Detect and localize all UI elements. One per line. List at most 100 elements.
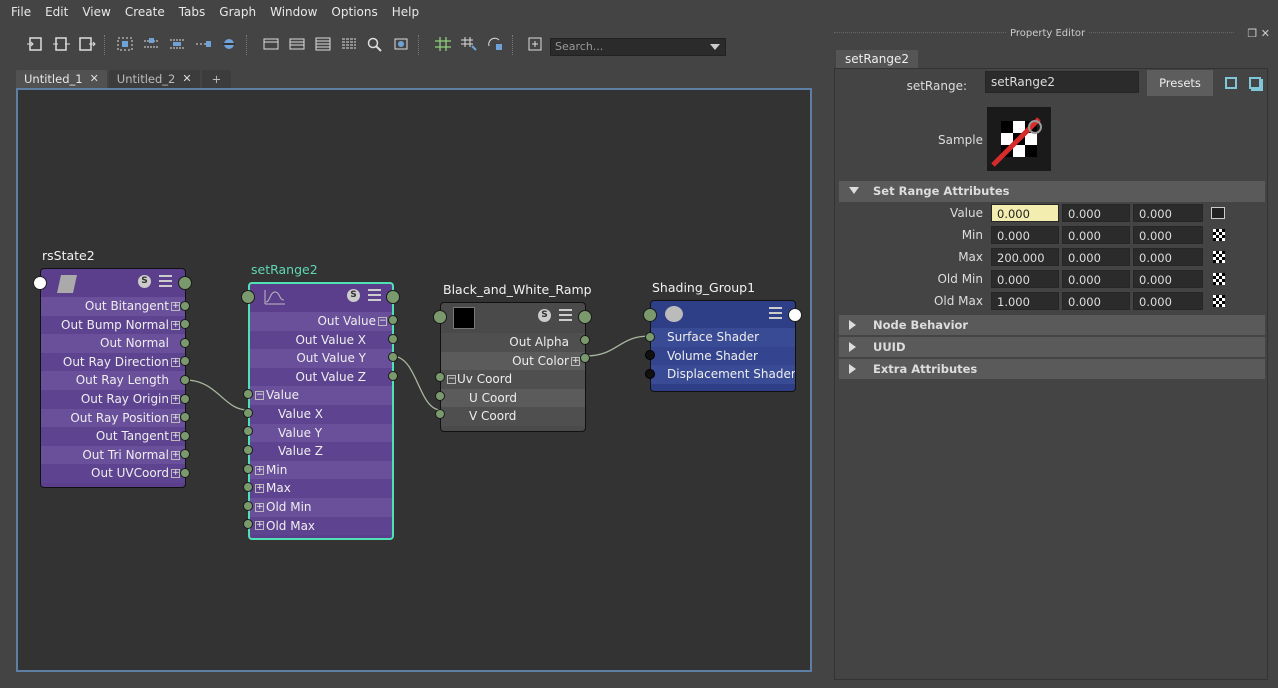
expand-icon[interactable]: + xyxy=(171,358,180,367)
input-port[interactable] xyxy=(435,372,445,382)
node-input-port[interactable] xyxy=(643,308,657,322)
menu-graph[interactable]: Graph xyxy=(212,0,263,24)
output-port[interactable] xyxy=(180,449,190,459)
search-icon[interactable] xyxy=(366,36,384,52)
min-z-field[interactable]: 0.000 xyxy=(1133,226,1203,244)
collapse-icon[interactable]: − xyxy=(255,391,264,400)
pin-icon[interactable] xyxy=(220,36,238,52)
node-shading-group[interactable]: Surface Shader Volume Shader Displacemen… xyxy=(650,300,796,392)
output-connections-icon[interactable] xyxy=(78,36,96,52)
input-port[interactable] xyxy=(645,332,655,342)
section-set-range-attributes[interactable]: Set Range Attributes xyxy=(839,181,1265,202)
collapse-icon[interactable]: − xyxy=(378,317,387,326)
expand-icon[interactable]: + xyxy=(255,466,264,475)
close-icon[interactable]: ✕ xyxy=(182,70,191,88)
graph-layout-icon[interactable] xyxy=(194,36,212,52)
graph-canvas[interactable]: rsState2 S Out Bitangent Out Bump Normal… xyxy=(16,88,812,672)
old-min-y-field[interactable]: 0.000 xyxy=(1062,270,1130,288)
min-y-field[interactable]: 0.000 xyxy=(1062,226,1130,244)
expand-icon[interactable]: + xyxy=(171,414,180,423)
sync-icon[interactable] xyxy=(486,36,504,52)
tab-untitled-1[interactable]: Untitled_1 ✕ xyxy=(16,70,107,88)
min-x-field[interactable]: 0.000 xyxy=(991,226,1059,244)
layout-icon[interactable] xyxy=(168,36,186,52)
close-panel-icon[interactable]: ✕ xyxy=(1261,27,1270,40)
old-max-y-field[interactable]: 0.000 xyxy=(1062,292,1130,310)
output-port[interactable] xyxy=(180,468,190,478)
output-port[interactable] xyxy=(180,319,190,329)
input-port[interactable] xyxy=(243,445,253,455)
menu-create[interactable]: Create xyxy=(118,0,172,24)
output-port[interactable] xyxy=(180,375,190,385)
input-port[interactable] xyxy=(243,426,253,436)
connection-icon[interactable] xyxy=(1211,207,1225,219)
node-name-field[interactable]: setRange2 xyxy=(985,71,1139,93)
output-port[interactable] xyxy=(388,352,398,362)
menu-file[interactable]: File xyxy=(4,0,38,24)
old-min-z-field[interactable]: 0.000 xyxy=(1133,270,1203,288)
node-ramp[interactable]: S Out Alpha Out Color Uv Coord U Coord V… xyxy=(440,302,586,432)
connected-mode-icon[interactable] xyxy=(288,36,306,52)
close-icon[interactable]: ✕ xyxy=(90,70,99,88)
node-input-port[interactable] xyxy=(433,310,447,324)
expand-icon[interactable]: + xyxy=(171,469,180,478)
menu-window[interactable]: Window xyxy=(263,0,324,24)
node-output-port[interactable] xyxy=(386,290,400,304)
node-input-port[interactable] xyxy=(241,290,255,304)
node-output-port[interactable] xyxy=(178,276,192,290)
menu-tabs[interactable]: Tabs xyxy=(172,0,213,24)
old-max-x-field[interactable]: 1.000 xyxy=(991,292,1059,310)
input-port[interactable] xyxy=(243,389,253,399)
output-port[interactable] xyxy=(388,334,398,344)
section-extra-attributes[interactable]: Extra Attributes xyxy=(839,359,1265,379)
focus-icon[interactable] xyxy=(1225,77,1237,89)
full-mode-icon[interactable] xyxy=(314,36,332,52)
node-setrange[interactable]: S Out Value Out Value X Out Value Y Out … xyxy=(248,282,394,540)
expand-icon[interactable]: + xyxy=(255,484,264,493)
output-port[interactable] xyxy=(180,356,190,366)
expand-icon[interactable]: + xyxy=(571,357,580,366)
tab-setrange2[interactable]: setRange2 xyxy=(836,50,919,68)
output-port[interactable] xyxy=(388,371,398,381)
simple-mode-icon[interactable] xyxy=(262,36,280,52)
add-tab-button[interactable]: + xyxy=(201,70,232,88)
output-port[interactable] xyxy=(580,335,590,345)
collapse-icon[interactable]: − xyxy=(447,375,456,384)
input-port[interactable] xyxy=(435,409,445,419)
value-x-field[interactable]: 0.000 xyxy=(991,204,1059,222)
map-checker-icon[interactable] xyxy=(1213,229,1225,241)
input-port-unconnected[interactable] xyxy=(645,369,655,379)
old-max-z-field[interactable]: 0.000 xyxy=(1133,292,1203,310)
frame-selected-icon[interactable] xyxy=(142,36,160,52)
custom-mode-icon[interactable] xyxy=(340,36,358,52)
node-rsstate[interactable]: S Out Bitangent Out Bump Normal Out Norm… xyxy=(40,268,186,488)
menu-options[interactable]: Options xyxy=(324,0,384,24)
node-input-port[interactable] xyxy=(33,276,47,290)
output-port[interactable] xyxy=(180,431,190,441)
output-port[interactable] xyxy=(580,353,590,363)
expand-icon[interactable]: + xyxy=(171,432,180,441)
expand-icon[interactable]: + xyxy=(255,503,264,512)
output-port[interactable] xyxy=(180,412,190,422)
max-y-field[interactable]: 0.000 xyxy=(1062,248,1130,266)
float-panel-icon[interactable]: ❐ xyxy=(1247,27,1257,40)
max-x-field[interactable]: 200.000 xyxy=(991,248,1059,266)
frame-all-icon[interactable] xyxy=(116,36,134,52)
value-z-field[interactable]: 0.000 xyxy=(1133,204,1203,222)
node-output-port[interactable] xyxy=(788,308,802,322)
input-port[interactable] xyxy=(243,482,253,492)
old-min-x-field[interactable]: 0.000 xyxy=(991,270,1059,288)
expand-icon[interactable]: + xyxy=(171,451,180,460)
input-port[interactable] xyxy=(243,464,253,474)
input-connections-icon[interactable] xyxy=(26,36,44,52)
grid-icon[interactable] xyxy=(434,36,452,52)
map-checker-icon[interactable] xyxy=(1213,273,1225,285)
output-port[interactable] xyxy=(388,315,398,325)
swatch-icon[interactable] xyxy=(392,36,410,52)
expand-icon[interactable]: + xyxy=(171,321,180,330)
input-port[interactable] xyxy=(435,391,445,401)
input-port[interactable] xyxy=(243,519,253,529)
input-output-connections-icon[interactable] xyxy=(52,36,70,52)
output-port[interactable] xyxy=(180,301,190,311)
map-checker-icon[interactable] xyxy=(1213,295,1225,307)
